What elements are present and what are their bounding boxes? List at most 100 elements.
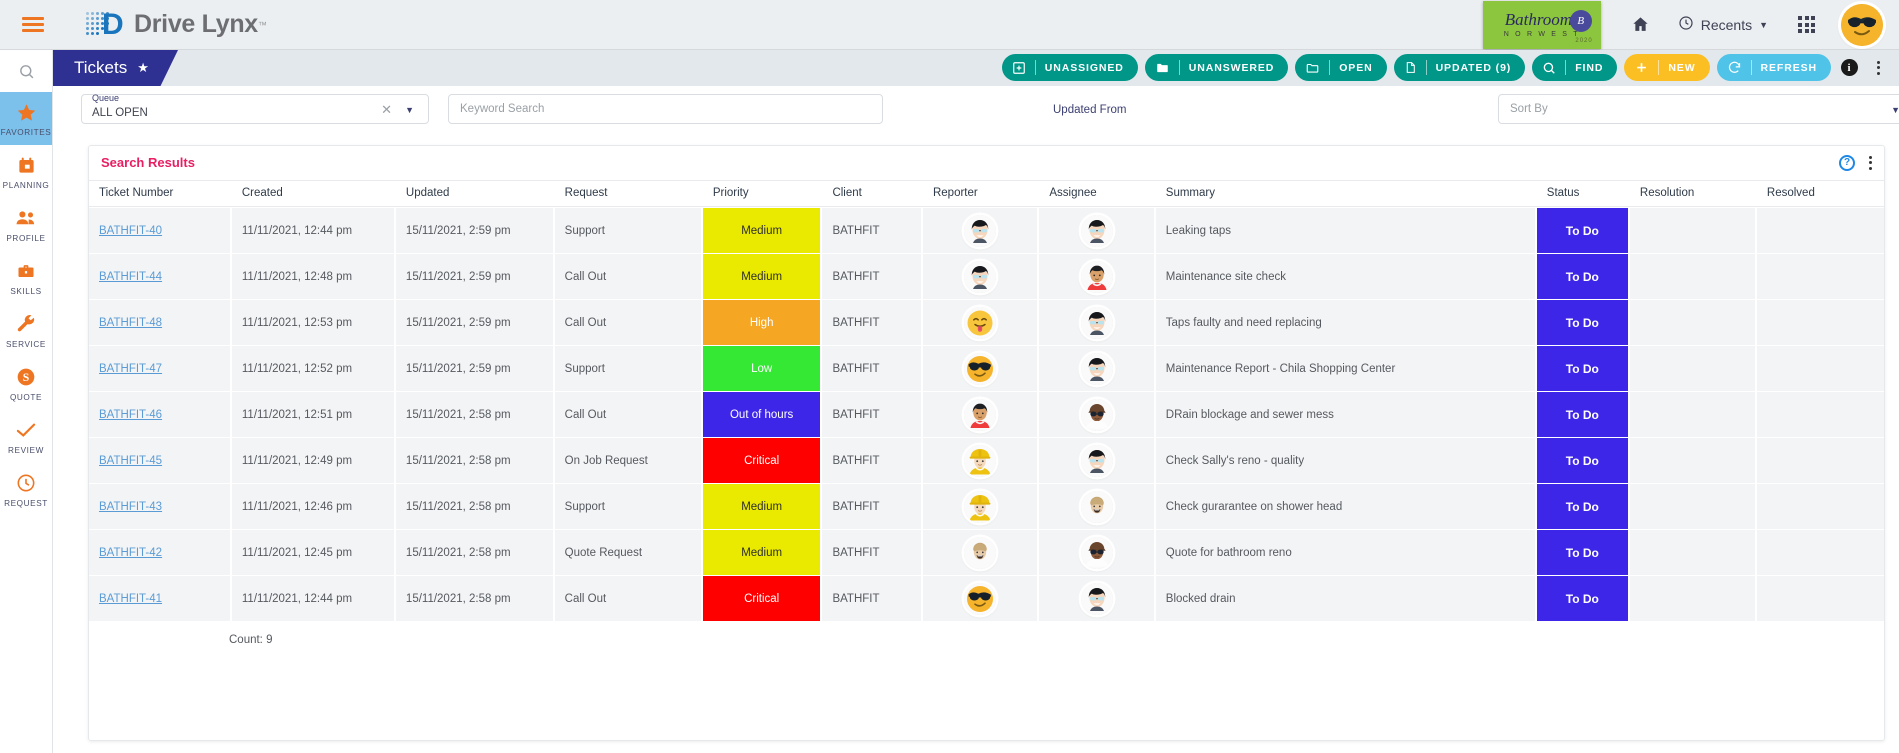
close-icon[interactable]: ✕	[381, 102, 392, 118]
avatar-tongue-emoji[interactable]	[964, 306, 997, 339]
search-input[interactable]	[449, 95, 882, 123]
avatar-cap-sunglasses-man[interactable]	[1080, 536, 1113, 569]
star-icon[interactable]: ★	[137, 60, 149, 76]
avatar-dark-hair-glasses[interactable]	[1080, 582, 1113, 615]
sidebar-item-label: PROFILE	[6, 234, 46, 243]
sidebar-item-review[interactable]: REVIEW	[0, 410, 52, 463]
toolbar-button-updated-9[interactable]: UPDATED (9)	[1393, 54, 1526, 81]
priority-badge: Medium	[702, 530, 821, 575]
toolbar-button-new[interactable]: NEW	[1624, 54, 1710, 81]
table-row[interactable]: BATHFIT-42 11/11/2021, 12:45 pm 15/11/2021…	[89, 530, 1884, 575]
more-vertical-icon[interactable]	[1869, 155, 1872, 170]
sidebar-item-label: REQUEST	[4, 499, 48, 508]
ticket-link[interactable]: BATHFIT-43	[99, 501, 162, 513]
table-row[interactable]: BATHFIT-45 11/11/2021, 12:49 pm 15/11/2021…	[89, 438, 1884, 483]
avatar-sunglasses-emoji[interactable]	[964, 352, 997, 385]
sidebar-item-planning[interactable]: PLANNING	[0, 145, 52, 198]
column-header-ticket-number[interactable]: Ticket Number	[89, 180, 232, 207]
toolbar-button-unanswered[interactable]: UNANSWERED	[1144, 54, 1289, 81]
ticket-link[interactable]: BATHFIT-46	[99, 409, 162, 421]
hamburger-icon[interactable]	[22, 14, 44, 36]
toolbar-button-refresh[interactable]: REFRESH	[1716, 54, 1831, 81]
sidebar-item-favorites[interactable]: FAVORITES	[0, 92, 52, 145]
column-header-created[interactable]: Created	[231, 180, 396, 207]
ticket-link[interactable]: BATHFIT-40	[99, 225, 162, 237]
table-row[interactable]: BATHFIT-41 11/11/2021, 12:44 pm 15/11/2021…	[89, 576, 1884, 621]
queue-select[interactable]: Queue ALL OPEN ✕ ▼	[81, 93, 429, 124]
home-icon[interactable]	[1631, 15, 1650, 34]
column-header-reporter[interactable]: Reporter	[922, 180, 1040, 207]
info-icon[interactable]: i	[1838, 54, 1860, 81]
avatar-dark-hair-glasses[interactable]	[1080, 214, 1113, 247]
toolbar-button-unassigned[interactable]: UNASSIGNED	[1001, 54, 1138, 81]
ticket-link[interactable]: BATHFIT-41	[99, 593, 162, 605]
column-header-summary[interactable]: Summary	[1155, 180, 1537, 207]
cell-assignee	[1039, 208, 1156, 253]
table-row[interactable]: BATHFIT-48 11/11/2021, 12:53 pm 15/11/2021…	[89, 300, 1884, 345]
column-header-resolution[interactable]: Resolution	[1629, 180, 1757, 207]
table-row[interactable]: BATHFIT-44 11/11/2021, 12:48 pm 15/11/2021…	[89, 254, 1884, 299]
chevron-down-icon[interactable]: ▼	[405, 105, 414, 115]
cell-assignee	[1039, 438, 1156, 483]
column-header-status[interactable]: Status	[1536, 180, 1630, 207]
cell-client: BATHFIT	[822, 438, 923, 483]
plus-icon	[1634, 60, 1649, 75]
avatar-red-shirt-woman[interactable]	[964, 398, 997, 431]
cell-ticket-number: BATHFIT-43	[89, 484, 232, 529]
avatar-dark-hair-glasses[interactable]	[964, 260, 997, 293]
page-title: Tickets	[74, 58, 128, 77]
priority-badge: Medium	[702, 208, 821, 253]
avatar-sunglasses-emoji[interactable]	[964, 582, 997, 615]
cell-ticket-number: BATHFIT-48	[89, 300, 232, 345]
table-row[interactable]: BATHFIT-40 11/11/2021, 12:44 pm 15/11/2021…	[89, 208, 1884, 253]
ticket-link[interactable]: BATHFIT-44	[99, 271, 162, 283]
cell-request: Support	[554, 484, 703, 529]
sidebar-item-profile[interactable]: PROFILE	[0, 198, 52, 251]
toolbar-button-find[interactable]: FIND	[1532, 54, 1618, 81]
cell-resolved	[1756, 484, 1884, 529]
keyword-search-field[interactable]	[448, 94, 883, 124]
grid-apps-icon[interactable]	[1798, 16, 1815, 33]
avatar-dark-hair-glasses[interactable]	[1080, 444, 1113, 477]
table-row[interactable]: BATHFIT-47 11/11/2021, 12:52 pm 15/11/2021…	[89, 346, 1884, 391]
sidebar-item-service[interactable]: SERVICE	[0, 304, 52, 357]
sidebar-search-icon[interactable]	[0, 50, 52, 92]
column-header-client[interactable]: Client	[822, 180, 923, 207]
avatar-cap-sunglasses-man[interactable]	[1080, 398, 1113, 431]
table-row[interactable]: BATHFIT-46 11/11/2021, 12:51 pm 15/11/2021…	[89, 392, 1884, 437]
avatar-dark-hair-glasses[interactable]	[964, 214, 997, 247]
sidebar-item-quote[interactable]: S QUOTE	[0, 357, 52, 410]
cell-updated: 15/11/2021, 2:59 pm	[395, 300, 555, 345]
avatar-hardhat-worker[interactable]	[964, 444, 997, 477]
avatar-dark-hair-glasses[interactable]	[1080, 306, 1113, 339]
chevron-down-icon[interactable]: ▼	[1891, 105, 1899, 115]
ticket-link[interactable]: BATHFIT-42	[99, 547, 162, 559]
avatar-dark-hair-glasses[interactable]	[1080, 352, 1113, 385]
column-header-priority[interactable]: Priority	[702, 180, 823, 207]
column-header-assignee[interactable]: Assignee	[1039, 180, 1156, 207]
sidebar-item-skills[interactable]: SKILLS	[0, 251, 52, 304]
column-header-updated[interactable]: Updated	[395, 180, 555, 207]
sort-by-select[interactable]: Sort By ▼	[1498, 94, 1899, 124]
avatar-red-shirt-woman[interactable]	[1080, 260, 1113, 293]
user-avatar[interactable]	[1841, 3, 1883, 46]
ticket-link[interactable]: BATHFIT-47	[99, 363, 162, 375]
page-title-banner: Tickets ★	[53, 50, 178, 86]
more-vertical-icon[interactable]	[1867, 54, 1889, 81]
brand-name: Drive Lynx	[134, 10, 258, 38]
avatar-blonde-smiling[interactable]	[964, 536, 997, 569]
sidebar-item-request[interactable]: REQUEST	[0, 463, 52, 516]
avatar-hardhat-worker[interactable]	[964, 490, 997, 523]
avatar-blonde-smiling[interactable]	[1080, 490, 1113, 523]
table-row[interactable]: BATHFIT-43 11/11/2021, 12:46 pm 15/11/2021…	[89, 484, 1884, 529]
divider	[1658, 60, 1660, 75]
brand-logo[interactable]: D Drive Lynx ™	[86, 8, 267, 42]
help-icon[interactable]: ?	[1839, 154, 1855, 171]
ticket-link[interactable]: BATHFIT-45	[99, 455, 162, 467]
column-header-request[interactable]: Request	[554, 180, 703, 207]
column-header-resolved[interactable]: Resolved	[1756, 180, 1884, 207]
status-badge: To Do	[1536, 576, 1628, 621]
recents-menu[interactable]: Recents ▼	[1678, 15, 1768, 35]
ticket-link[interactable]: BATHFIT-48	[99, 317, 162, 329]
toolbar-button-open[interactable]: OPEN	[1295, 54, 1387, 81]
